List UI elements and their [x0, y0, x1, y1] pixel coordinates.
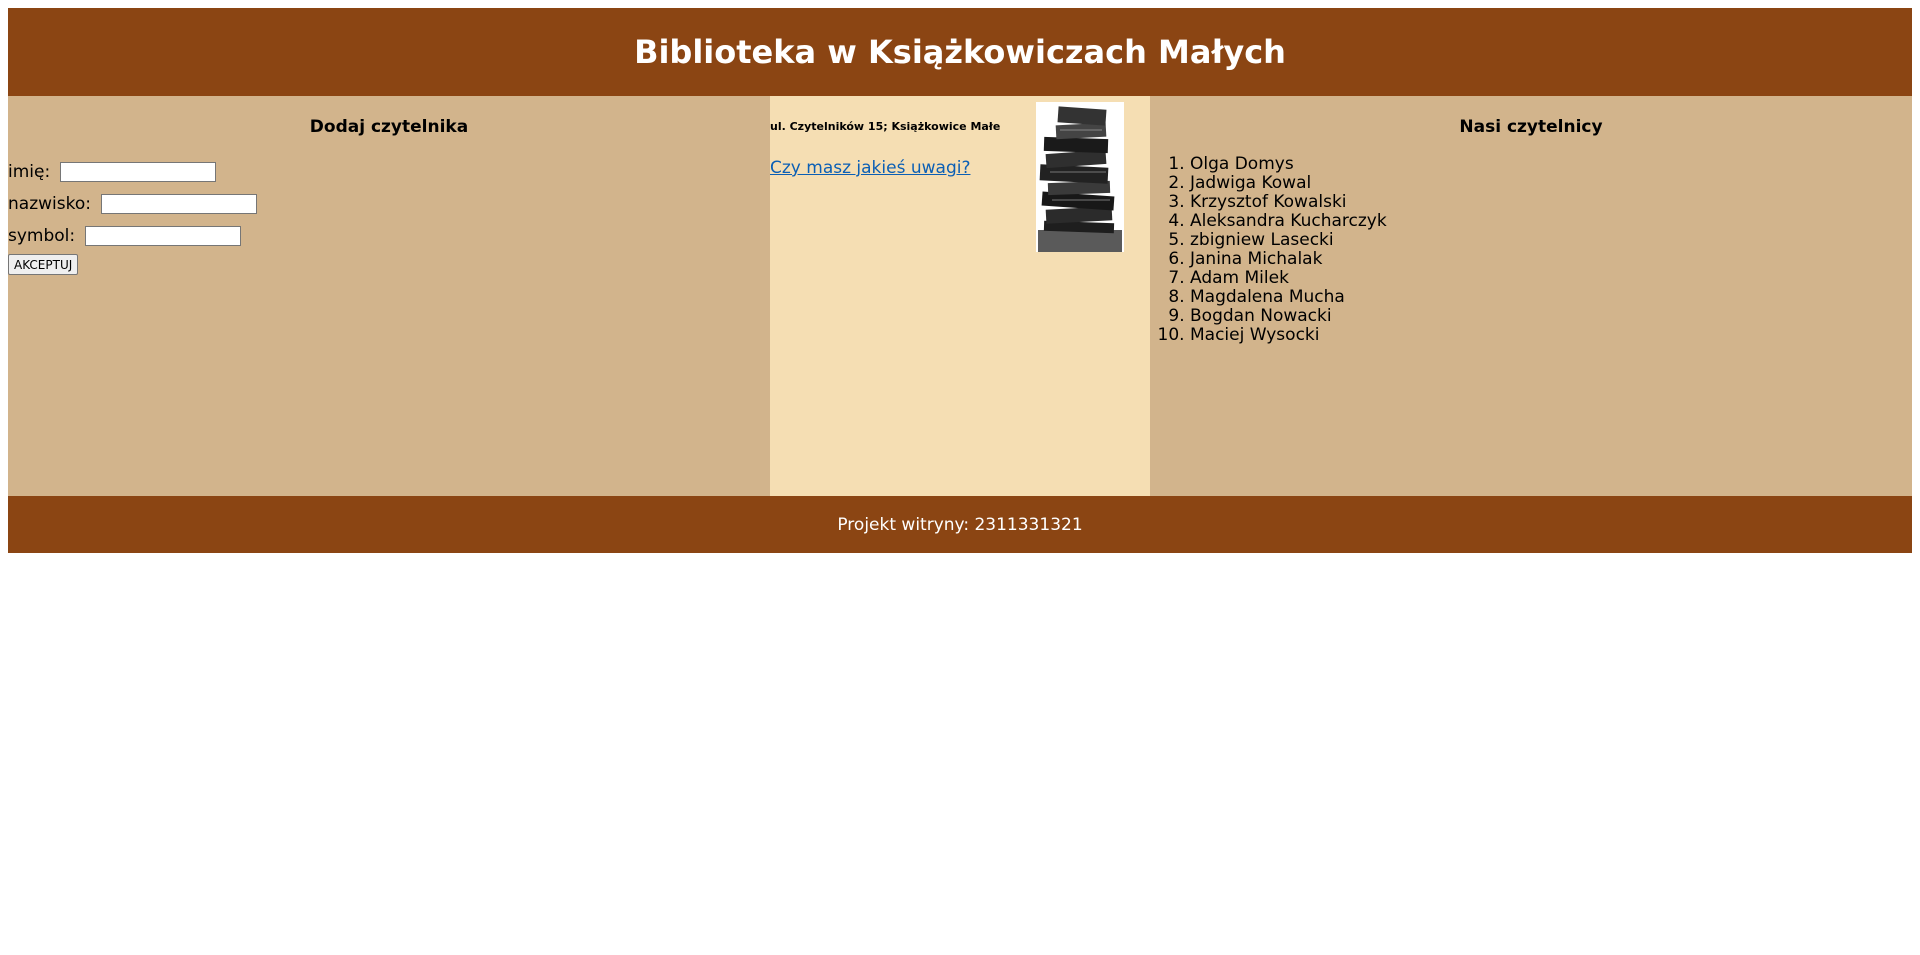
- readers-heading: Nasi czytelnicy: [1459, 117, 1603, 137]
- accept-button[interactable]: AKCEPTUJ: [8, 254, 79, 275]
- list-item: Adam Milek: [1190, 269, 1387, 288]
- readers-list: Olga Domys Jadwiga Kowal Krzysztof Kowal…: [1190, 155, 1387, 345]
- info-panel: ul. Czytelników 15; Książkowice Małe Czy…: [770, 96, 1150, 496]
- library-address: ul. Czytelników 15; Książkowice Małe: [770, 120, 1001, 133]
- feedback-link[interactable]: Czy masz jakieś uwagi?: [770, 158, 970, 178]
- first-name-input[interactable]: [60, 162, 217, 182]
- page: Biblioteka w Książkowiczach Małych Dodaj…: [8, 8, 1912, 553]
- footer-text: Projekt witryny: 2311331321: [837, 514, 1083, 535]
- list-item: Bogdan Nowacki: [1190, 307, 1387, 326]
- symbol-label: symbol:: [8, 226, 76, 246]
- symbol-row: symbol:: [8, 226, 242, 246]
- book-7: [1043, 136, 1109, 154]
- list-item: Aleksandra Kucharczyk: [1190, 212, 1387, 231]
- last-name-row: nazwisko:: [8, 194, 257, 214]
- list-item: Olga Domys: [1190, 155, 1387, 174]
- list-item: Magdalena Mucha: [1190, 288, 1387, 307]
- header-banner: Biblioteka w Książkowiczach Małych: [8, 8, 1912, 96]
- list-item: zbigniew Lasecki: [1190, 231, 1387, 250]
- list-item: Krzysztof Kowalski: [1190, 193, 1387, 212]
- symbol-input[interactable]: [85, 226, 242, 246]
- book-stack-base: [1038, 230, 1122, 252]
- list-item: Maciej Wysocki: [1190, 326, 1387, 345]
- book-8: [1055, 122, 1107, 140]
- readers-panel: Nasi czytelnicy Olga Domys Jadwiga Kowal…: [1150, 96, 1912, 496]
- book-9: [1057, 106, 1107, 126]
- first-name-row: imię:: [8, 162, 217, 182]
- add-reader-panel: Dodaj czytelnika imię: nazwisko: symbol:…: [8, 96, 770, 496]
- book-stack-image: [1036, 102, 1124, 252]
- last-name-input[interactable]: [100, 194, 257, 214]
- add-reader-heading: Dodaj czytelnika: [309, 117, 469, 137]
- page-title: Biblioteka w Książkowiczach Małych: [634, 33, 1286, 71]
- footer: Projekt witryny: 2311331321: [8, 496, 1912, 553]
- last-name-label: nazwisko:: [8, 194, 91, 214]
- first-name-label: imię:: [8, 162, 51, 182]
- main-section: Dodaj czytelnika imię: nazwisko: symbol:…: [8, 96, 1912, 496]
- list-item: Jadwiga Kowal: [1190, 174, 1387, 193]
- list-item: Janina Michalak: [1190, 250, 1387, 269]
